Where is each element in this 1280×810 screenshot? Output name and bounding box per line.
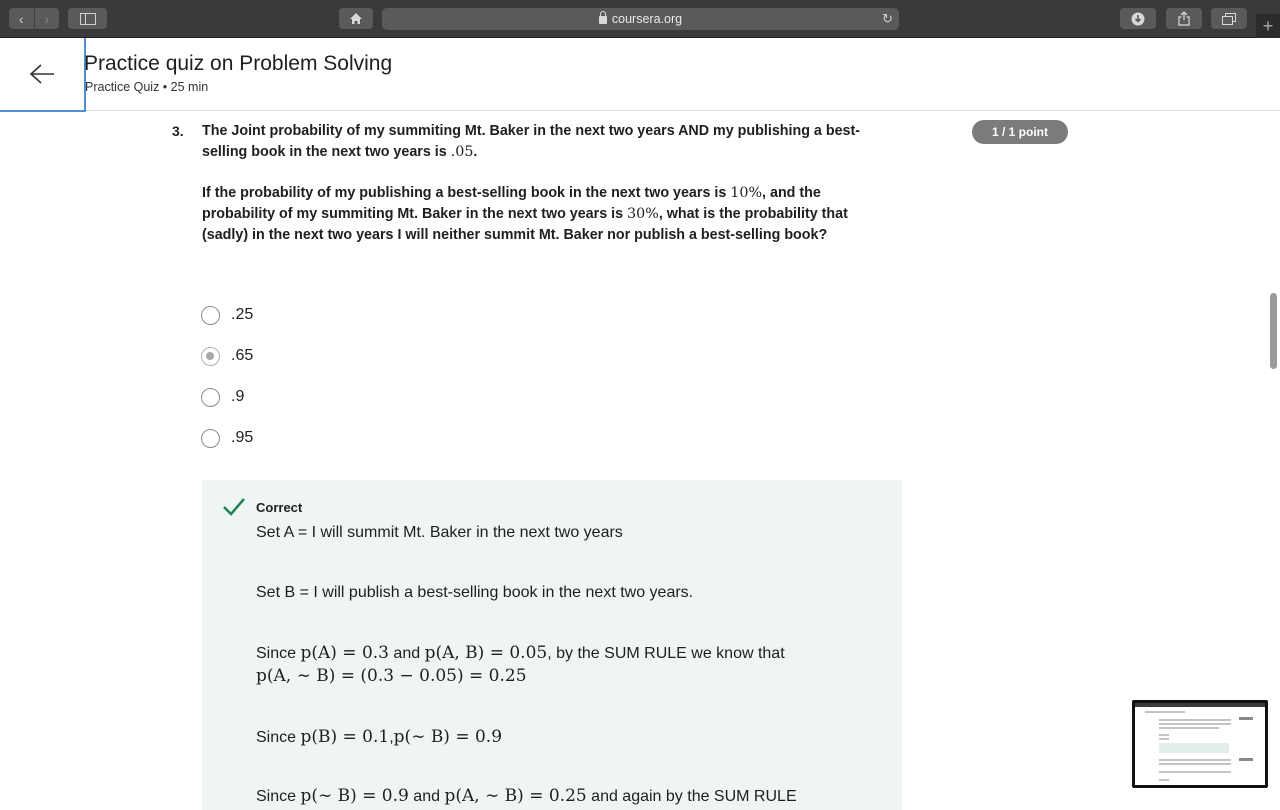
back-button[interactable] bbox=[0, 38, 86, 112]
radio-button[interactable] bbox=[201, 387, 220, 407]
share-button[interactable] bbox=[1166, 8, 1202, 29]
answer-option[interactable]: .95 bbox=[201, 427, 253, 449]
thumbnail-line bbox=[1159, 723, 1231, 725]
thumbnail-line bbox=[1159, 719, 1231, 721]
math-expression: 10% bbox=[730, 185, 763, 201]
page-thumbnail-preview[interactable] bbox=[1132, 700, 1268, 788]
tabs-overview-button[interactable] bbox=[1211, 8, 1247, 29]
thumbnail-toolbar bbox=[1135, 703, 1265, 707]
math-expression: 30% bbox=[627, 206, 659, 222]
download-icon bbox=[1131, 12, 1145, 25]
math-expression: p(A) = 0.3 bbox=[300, 643, 389, 663]
lock-icon bbox=[598, 11, 607, 24]
thumbnail-badge bbox=[1239, 717, 1253, 720]
math-expression: p(A, ∼ B) = 0.25 bbox=[444, 786, 587, 806]
answer-option-selected[interactable]: .65 bbox=[201, 345, 253, 367]
explanation-text: and again by the SUM RULE bbox=[586, 788, 797, 805]
thumbnail-badge bbox=[1239, 758, 1253, 761]
question-number: 3. bbox=[172, 123, 184, 139]
explanation-line: Set A = I will summit Mt. Baker in the n… bbox=[256, 524, 623, 541]
thumbnail-line bbox=[1159, 734, 1169, 736]
quiz-header: Practice quiz on Problem Solving Practic… bbox=[0, 38, 1280, 112]
checkmark-icon bbox=[223, 498, 245, 516]
explanation-line: Since p(∼ B) = 0.9 and p(A, ∼ B) = 0.25 … bbox=[256, 786, 797, 806]
question-text-span: The Joint probability of my summiting Mt… bbox=[202, 123, 861, 160]
option-label: .95 bbox=[231, 429, 254, 446]
radio-button[interactable] bbox=[201, 428, 220, 448]
option-label: .25 bbox=[231, 306, 254, 323]
forward-chevron-icon[interactable]: › bbox=[33, 8, 60, 29]
radio-button-checked[interactable] bbox=[201, 346, 220, 366]
explanation-text: and bbox=[388, 645, 425, 662]
option-label: .9 bbox=[231, 388, 245, 405]
explanation-line: Since p(B) = 0.1,p(∼ B) = 0.9 bbox=[256, 727, 502, 747]
thumbnail-line bbox=[1159, 763, 1231, 765]
answer-option[interactable]: .9 bbox=[201, 386, 244, 408]
thumbnail-line bbox=[1159, 738, 1169, 740]
page-subtitle: Practice Quiz • 25 min bbox=[85, 80, 209, 94]
address-bar[interactable]: coursera.org ↻ bbox=[382, 8, 899, 30]
thumbnail-feedback-block bbox=[1159, 743, 1229, 753]
sidebar-toggle-button[interactable] bbox=[68, 8, 107, 29]
home-button[interactable] bbox=[339, 8, 373, 29]
explanation-text: and bbox=[408, 788, 445, 805]
question-text-span: . bbox=[473, 144, 478, 160]
arrow-left-icon bbox=[29, 64, 54, 84]
page-title: Practice quiz on Problem Solving bbox=[84, 52, 393, 75]
thumbnail-line bbox=[1159, 779, 1169, 781]
sidebar-icon bbox=[79, 12, 96, 25]
explanation-text: Since bbox=[256, 729, 301, 746]
math-expression: p(A, B) = 0.05 bbox=[424, 643, 548, 663]
math-expression: .05 bbox=[450, 144, 474, 160]
question-text-span: If the probability of my publishing a be… bbox=[202, 185, 731, 201]
thumbnail-line bbox=[1145, 711, 1185, 713]
explanation-text: Since bbox=[256, 645, 301, 662]
feedback-status: Correct bbox=[256, 500, 303, 515]
share-icon bbox=[1178, 11, 1190, 26]
math-expression: p(A, ∼ B) = (0.3 − 0.05) = 0.25 bbox=[256, 666, 527, 686]
math-expression: p(B) = 0.1 bbox=[300, 727, 390, 747]
history-nav: ‹ › bbox=[9, 8, 59, 29]
math-expression: p(∼ B) = 0.9 bbox=[393, 727, 503, 747]
reload-icon[interactable]: ↻ bbox=[882, 11, 893, 27]
explanation-text: , by the SUM RULE we know that bbox=[547, 645, 785, 662]
thumbnail-line bbox=[1159, 727, 1219, 729]
feedback-panel: Correct Set A = I will summit Mt. Baker … bbox=[202, 480, 902, 810]
question-paragraph: The Joint probability of my summiting Mt… bbox=[202, 121, 892, 163]
browser-toolbar: ‹ › coursera.org ↻ + bbox=[0, 0, 1280, 38]
tabs-icon bbox=[1222, 12, 1236, 25]
option-label: .65 bbox=[231, 347, 254, 364]
scrollbar-thumb[interactable] bbox=[1270, 293, 1277, 369]
math-expression: p(∼ B) = 0.9 bbox=[300, 786, 409, 806]
explanation-line: p(A, ∼ B) = (0.3 − 0.05) = 0.25 bbox=[256, 666, 527, 686]
question-text: The Joint probability of my summiting Mt… bbox=[202, 121, 892, 246]
downloads-button[interactable] bbox=[1120, 8, 1156, 29]
url-text: coursera.org bbox=[611, 12, 683, 26]
radio-button[interactable] bbox=[201, 305, 220, 325]
explanation-line: Since p(A) = 0.3 and p(A, B) = 0.05, by … bbox=[256, 643, 785, 663]
points-badge: 1 / 1 point bbox=[972, 120, 1068, 144]
question-paragraph: If the probability of my publishing a be… bbox=[202, 183, 892, 246]
home-icon bbox=[350, 13, 362, 24]
thumbnail-line bbox=[1159, 759, 1231, 761]
back-chevron-icon[interactable]: ‹ bbox=[9, 8, 34, 29]
explanation-text: Since bbox=[256, 788, 301, 805]
explanation-line: Set B = I will publish a best-selling bo… bbox=[256, 584, 694, 601]
answer-option[interactable]: .25 bbox=[201, 304, 253, 326]
new-tab-button[interactable]: + bbox=[1256, 14, 1280, 38]
thumbnail-line bbox=[1159, 771, 1231, 773]
